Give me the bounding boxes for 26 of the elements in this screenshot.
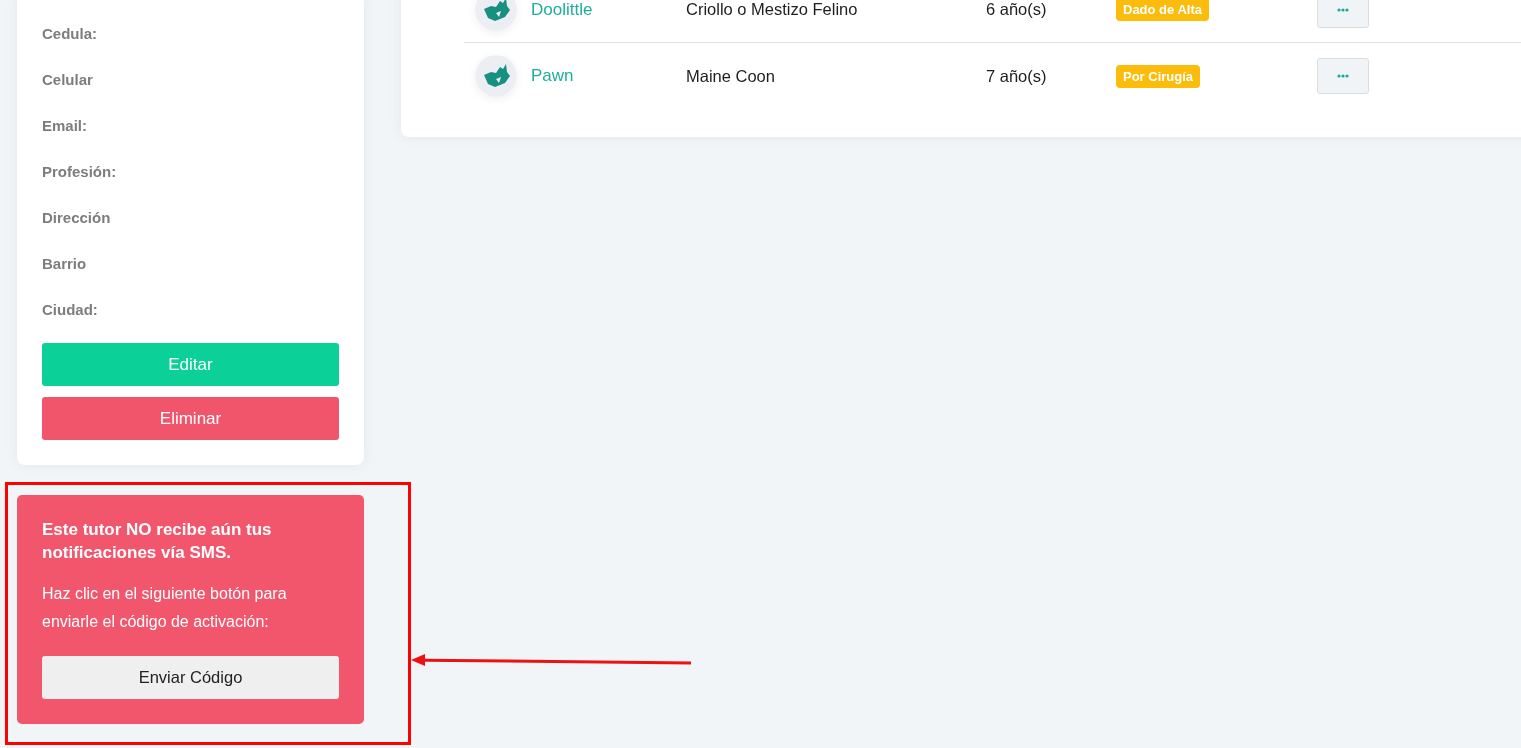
pet-name-link[interactable]: Pawn xyxy=(531,66,574,86)
field-label: Barrio xyxy=(42,254,87,272)
status-badge: Por Cirugía xyxy=(1116,64,1201,88)
send-code-button[interactable]: Enviar Código xyxy=(42,656,339,699)
age-cell: 6 año(s) xyxy=(986,0,1047,19)
more-icon xyxy=(1337,7,1349,12)
more-icon xyxy=(1337,74,1349,78)
more-options-button[interactable] xyxy=(1317,0,1369,28)
breed-cell: Criollo o Mestizo Felino xyxy=(686,0,858,19)
field-label: Ciudad: xyxy=(42,300,98,318)
pet-name-link[interactable]: Doolittle xyxy=(531,0,593,20)
edit-button[interactable]: Editar xyxy=(42,343,339,386)
age-cell: 7 año(s) xyxy=(986,66,1047,86)
breed-cell: Maine Coon xyxy=(686,66,775,86)
field-label: Profesión: xyxy=(42,162,117,180)
status-badge: Dado de Alta xyxy=(1116,0,1209,21)
alert-title: Este tutor NO recibe aún tus notificaciones vía SMS. xyxy=(42,519,273,564)
delete-button[interactable]: Eliminar xyxy=(42,397,339,440)
more-options-button[interactable] xyxy=(1317,58,1369,94)
field-label: Email: xyxy=(42,116,87,134)
field-label: Dirección xyxy=(42,208,111,226)
cat-head-icon xyxy=(475,55,517,97)
field-label: Celular xyxy=(42,70,93,88)
cat-head-icon xyxy=(475,0,517,31)
alert-message: Haz clic en el siguiente botón para enviarle el código de activación: xyxy=(42,584,288,632)
field-label: Cedula: xyxy=(42,24,97,42)
